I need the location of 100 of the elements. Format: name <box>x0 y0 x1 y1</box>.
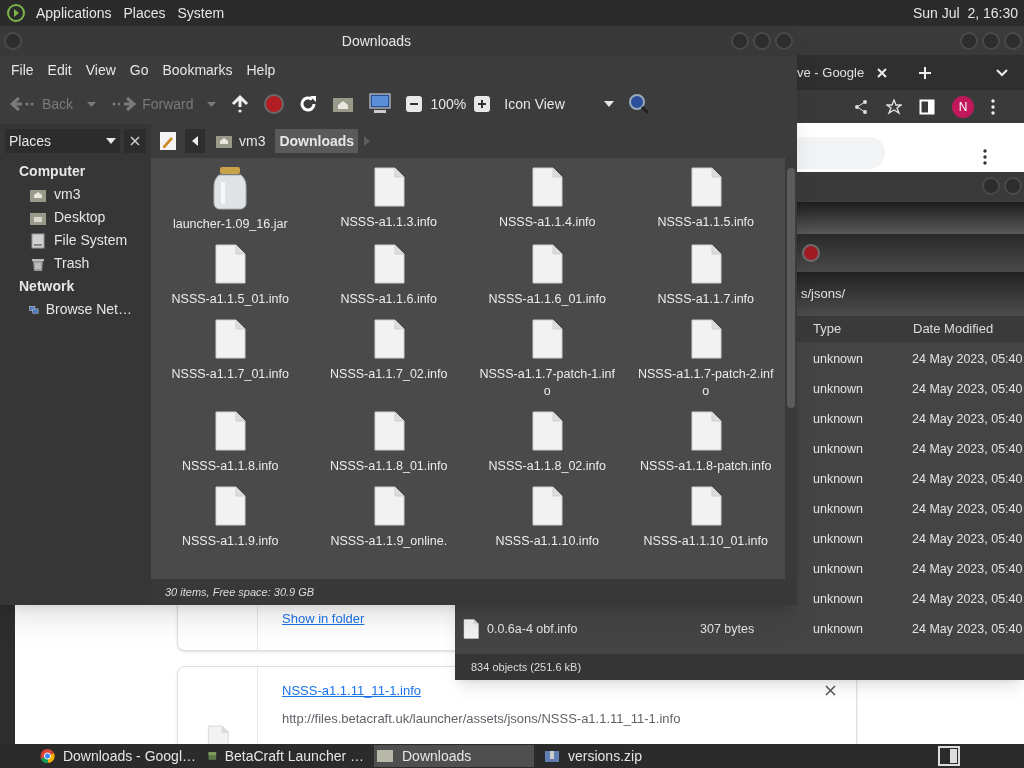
path-button[interactable]: vm3 <box>211 129 270 153</box>
taskbar-item[interactable]: Downloads - Googl… <box>38 745 198 767</box>
chevron-down-icon[interactable] <box>996 68 1009 77</box>
menu-item[interactable]: View <box>78 59 123 81</box>
file-name[interactable]: NSSS-a1.1.6.info <box>340 291 438 308</box>
file-name[interactable]: NSSS-a1.1.5_01.info <box>171 291 289 308</box>
file-name[interactable]: 0.0.6a-4 obf.info <box>487 619 578 639</box>
window-list-icon[interactable] <box>938 746 960 766</box>
taskbar-item[interactable]: BetaCraft Launcher … <box>206 745 366 767</box>
places-item[interactable]: Desktop <box>19 206 132 229</box>
up-arrow-icon[interactable] <box>230 94 251 114</box>
zoom-out-icon[interactable] <box>406 96 423 112</box>
menu-item[interactable]: Go <box>122 59 156 81</box>
file-name[interactable]: launcher-1.09_16.jar <box>172 216 288 233</box>
menu-icon[interactable] <box>991 98 995 115</box>
stop-icon[interactable] <box>802 244 820 262</box>
file-name[interactable]: NSSS-a1.1.8-patch.info <box>640 458 772 475</box>
new-tab-icon[interactable] <box>918 65 933 80</box>
drive-icon <box>29 232 47 249</box>
browser-icon <box>40 748 55 764</box>
taskbar-item[interactable]: versions.zip <box>542 745 702 767</box>
file-type: unknown <box>812 530 865 548</box>
computer-icon[interactable] <box>368 93 393 115</box>
menu-item[interactable]: Bookmarks <box>155 59 240 81</box>
places-select[interactable]: Places <box>5 129 120 153</box>
close-icon[interactable] <box>825 685 836 696</box>
panel-menu[interactable]: System <box>175 2 227 24</box>
file-type: unknown <box>812 590 865 608</box>
file-name[interactable]: NSSS-a1.1.7.info <box>657 291 755 308</box>
file-link[interactable]: NSSS-a1.1.11_11-1.info <box>282 681 681 701</box>
profile-avatar[interactable]: N <box>952 95 974 118</box>
file-name[interactable]: NSSS-a1.1.10.info <box>495 533 599 550</box>
panel-menu[interactable]: Applications <box>34 2 114 24</box>
file-name[interactable]: NSSS-a1.1.10_01.info <box>643 533 768 550</box>
date-modified: 24 May 2023, 05:40 <box>912 470 1023 488</box>
menu-icon[interactable] <box>983 149 987 165</box>
places-item[interactable]: vm3 <box>19 183 132 206</box>
share-icon[interactable] <box>853 98 869 115</box>
document-icon <box>531 485 564 527</box>
search-icon[interactable] <box>628 93 651 115</box>
menu-item[interactable]: Edit <box>40 59 79 81</box>
document-icon <box>531 410 564 452</box>
view-select[interactable]: Icon View <box>504 93 615 115</box>
document-icon <box>372 166 405 208</box>
places-item[interactable]: Browse Net… <box>19 298 132 321</box>
file-type: unknown <box>812 470 865 488</box>
file-name[interactable]: NSSS-a1.1.9_online. <box>330 533 448 550</box>
document-icon <box>214 410 247 452</box>
side-panel-icon[interactable] <box>919 98 935 115</box>
menu-item[interactable]: File <box>4 59 41 81</box>
places-item[interactable]: Trash <box>19 252 132 275</box>
file-name[interactable]: NSSS-a1.1.8.info <box>181 458 279 475</box>
date-modified: 24 May 2023, 05:40 <box>912 500 1023 518</box>
zoom-in-icon[interactable] <box>474 96 491 112</box>
column-header[interactable]: Date Modified <box>913 319 994 339</box>
file-name[interactable]: NSSS-a1.1.7_02.info <box>330 366 448 383</box>
taskbar-item[interactable]: Downloads <box>374 745 534 767</box>
date-modified: 24 May 2023, 05:40 <box>912 560 1023 578</box>
path-back-button[interactable] <box>185 129 205 153</box>
file-name[interactable]: NSSS-a1.1.8_01.info <box>330 458 448 475</box>
home-icon[interactable] <box>332 95 355 113</box>
file-name[interactable]: NSSS-a1.1.7-patch-2.info <box>637 366 774 400</box>
file-name[interactable]: NSSS-a1.1.7_01.info <box>171 366 289 383</box>
show-in-folder-link[interactable]: Show in folder <box>282 608 365 628</box>
menu-item[interactable]: Help <box>239 59 283 81</box>
caret-icon <box>604 101 615 107</box>
document-icon <box>372 485 405 527</box>
file-name[interactable]: NSSS-a1.1.8_02.info <box>488 458 606 475</box>
panel-menu[interactable]: Places <box>121 2 168 24</box>
document-icon <box>689 485 722 527</box>
arrow-right-icon <box>110 96 137 112</box>
places-item[interactable]: File System <box>19 229 132 252</box>
status-text: 30 items, Free space: 30.9 GB <box>165 584 315 600</box>
document-icon <box>214 485 247 527</box>
file-name[interactable]: NSSS-a1.1.9.info <box>181 533 279 550</box>
jar-icon <box>213 166 248 210</box>
clock[interactable]: Sun Jul 2, 16:30 <box>912 2 1018 24</box>
document-icon <box>463 619 479 639</box>
edit-location-icon[interactable] <box>157 130 179 152</box>
section-heading: Network <box>19 277 76 296</box>
file-name[interactable]: NSSS-a1.1.4.info <box>498 214 596 231</box>
reload-icon[interactable] <box>298 94 319 114</box>
browser-tab[interactable]: ve - Google <box>797 62 865 83</box>
caret-icon <box>207 101 217 107</box>
path-button[interactable]: Downloads <box>275 129 359 153</box>
close-icon <box>130 136 140 146</box>
file-type: unknown <box>812 380 865 398</box>
arrow-left-icon <box>10 96 36 112</box>
scrollbar-thumb[interactable] <box>787 168 795 408</box>
file-name[interactable]: NSSS-a1.1.7-patch-1.info <box>479 366 616 400</box>
close-pane-button[interactable] <box>124 129 146 153</box>
column-header[interactable]: Type <box>813 319 913 339</box>
file-name[interactable]: NSSS-a1.1.3.info <box>340 214 438 231</box>
section-heading: Computer <box>19 162 87 181</box>
star-icon[interactable] <box>886 98 902 115</box>
home-folder-icon <box>215 133 233 149</box>
file-name[interactable]: NSSS-a1.1.5.info <box>657 214 755 231</box>
file-name[interactable]: NSSS-a1.1.6_01.info <box>488 291 606 308</box>
folder-icon <box>376 749 394 763</box>
logo-icon[interactable] <box>6 3 26 23</box>
